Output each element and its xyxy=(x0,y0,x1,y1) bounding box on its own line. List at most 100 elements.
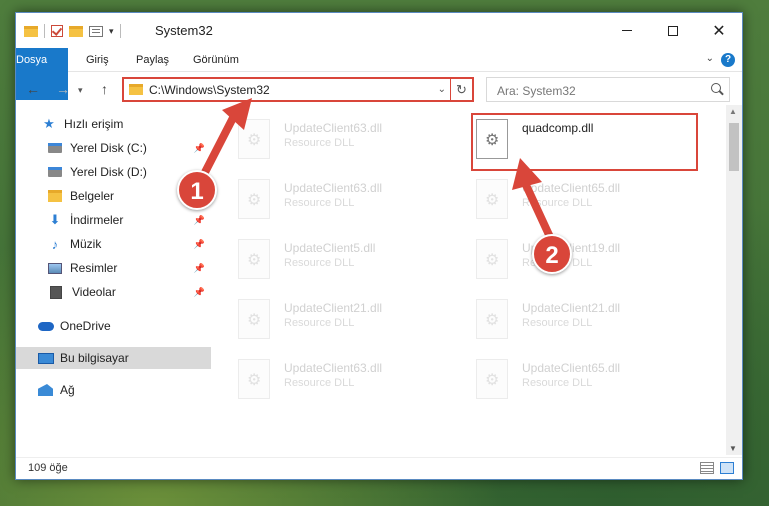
file-type: Resource DLL xyxy=(284,197,355,209)
divider xyxy=(119,24,121,38)
new-folder-icon[interactable] xyxy=(69,25,83,37)
sidebar-item-pictures[interactable]: Resimler 📌 xyxy=(16,257,211,279)
pin-icon[interactable]: 📌 xyxy=(194,143,205,154)
sidebar-item-label: Hızlı erişim xyxy=(64,117,124,131)
minimize-icon xyxy=(622,30,632,31)
file-type: Resource DLL xyxy=(284,257,355,269)
sidebar-item-label: Belgeler xyxy=(70,189,115,203)
file-item[interactable]: UpdateClient19.dllResource DLL xyxy=(476,235,696,287)
file-item[interactable]: UpdateClient65.dll Resource DLL xyxy=(476,175,696,227)
sidebar-item-label: Resimler xyxy=(70,261,118,275)
cloud-icon xyxy=(38,321,54,331)
up-arrow-icon[interactable]: ↑ xyxy=(101,81,108,97)
pin-icon[interactable]: 📌 xyxy=(194,239,205,250)
file-type: Resource DLL xyxy=(522,317,593,329)
file-type: Resource DLL xyxy=(284,377,355,389)
sidebar-item-music[interactable]: ♪ Müzik 📌 xyxy=(16,233,211,255)
navigation-pane: ★ Hızlı erişim Yerel Disk (C:) 📌 Yerel D… xyxy=(16,113,211,443)
tab-share[interactable]: Paylaş xyxy=(136,48,169,72)
sidebar-item-label: Bu bilgisayar xyxy=(60,351,129,365)
sidebar-item-videos[interactable]: Videolar 📌 xyxy=(16,281,211,303)
vertical-scrollbar[interactable]: ▲ ▼ xyxy=(726,105,742,455)
dll-file-icon xyxy=(238,179,270,219)
forward-arrow-icon[interactable]: → xyxy=(56,81,70,97)
divider xyxy=(44,24,45,38)
file-item[interactable]: UpdateClient63.dll Resource DLL xyxy=(238,175,458,227)
sidebar-item-downloads[interactable]: ⬇ İndirmeler 📌 xyxy=(16,209,211,231)
maximize-icon xyxy=(668,25,678,36)
ribbon-tabs: Dosya Giriş Paylaş Görünüm ⌄ ? xyxy=(16,48,742,100)
scrollbar-thumb[interactable] xyxy=(729,123,739,171)
dll-file-icon xyxy=(476,239,508,279)
dll-file-icon xyxy=(238,239,270,279)
computer-icon xyxy=(38,352,54,364)
file-name: UpdateClient63.dll xyxy=(284,361,383,375)
sidebar-item-label: Yerel Disk (D:) xyxy=(70,165,147,179)
address-dropdown-chevron-icon[interactable]: ⌄ xyxy=(438,84,446,95)
pin-icon[interactable]: 📌 xyxy=(194,215,205,226)
minimize-button[interactable] xyxy=(604,13,650,48)
help-icon[interactable]: ? xyxy=(721,53,735,67)
sidebar-item-label: Yerel Disk (C:) xyxy=(70,141,147,155)
file-type: Resource DLL xyxy=(522,197,593,209)
highlight-box xyxy=(471,113,698,171)
properties-check-icon[interactable] xyxy=(51,25,63,37)
file-name: UpdateClient21.dll xyxy=(522,301,621,315)
pictures-icon xyxy=(48,262,62,274)
sidebar-item-onedrive[interactable]: OneDrive xyxy=(16,315,211,337)
sidebar-item-label: OneDrive xyxy=(60,319,111,333)
folder-icon xyxy=(24,25,38,37)
sidebar-item-label: İndirmeler xyxy=(70,213,124,227)
file-item[interactable]: UpdateClient21.dll Resource DLL xyxy=(238,295,458,347)
maximize-button[interactable] xyxy=(650,13,696,48)
file-item[interactable]: UpdateClient63.dll Resource DLL xyxy=(238,355,458,407)
quick-access-toolbar: ▾ xyxy=(24,22,121,40)
sidebar-item-quick-access[interactable]: ★ Hızlı erişim xyxy=(16,113,211,135)
file-item[interactable]: UpdateClient5.dll Resource DLL xyxy=(238,235,458,287)
file-item[interactable]: UpdateClient63.dll Resource DLL xyxy=(238,115,458,167)
pin-icon[interactable]: 📌 xyxy=(194,263,205,274)
title-bar: ▾ System32 ✕ xyxy=(16,13,742,48)
search-placeholder: Ara: System32 xyxy=(497,84,576,98)
tab-view[interactable]: Görünüm xyxy=(193,48,239,72)
customize-toolbar-chevron-icon[interactable]: ▾ xyxy=(109,26,114,37)
file-type: Resource DLL xyxy=(284,137,355,149)
close-icon: ✕ xyxy=(712,22,726,40)
navigation-bar: ← → ▾ ↑ C:\Windows\System32 ⌄ ↻ Ara: Sys… xyxy=(16,73,742,105)
sidebar-item-local-disk-c[interactable]: Yerel Disk (C:) 📌 xyxy=(16,137,211,159)
file-item[interactable]: UpdateClient21.dll Resource DLL xyxy=(476,295,696,347)
back-arrow-icon[interactable]: ← xyxy=(26,81,40,97)
properties-icon[interactable] xyxy=(89,25,103,37)
expand-ribbon-chevron-icon[interactable]: ⌄ xyxy=(706,53,714,64)
dll-file-icon xyxy=(476,299,508,339)
search-input[interactable]: Ara: System32 xyxy=(486,77,730,102)
sidebar-item-this-pc[interactable]: Bu bilgisayar xyxy=(16,347,211,369)
file-type: Resource DLL xyxy=(522,377,593,389)
close-button[interactable]: ✕ xyxy=(696,13,742,48)
file-name: UpdateClient63.dll xyxy=(284,121,383,135)
dll-file-icon xyxy=(476,179,508,219)
dll-file-icon xyxy=(238,119,270,159)
address-bar[interactable]: C:\Windows\System32 ⌄ ↻ xyxy=(122,77,474,102)
pin-icon[interactable]: 📌 xyxy=(194,287,205,298)
file-name: UpdateClient21.dll xyxy=(284,301,383,315)
file-item[interactable]: UpdateClient65.dll Resource DLL xyxy=(476,355,696,407)
sidebar-item-network[interactable]: Ağ xyxy=(16,379,211,401)
step-marker-2: 2 xyxy=(532,234,572,274)
recent-locations-chevron-icon[interactable]: ▾ xyxy=(78,85,83,96)
details-view-icon[interactable] xyxy=(700,462,714,474)
refresh-icon[interactable]: ↻ xyxy=(450,79,472,100)
dll-file-icon xyxy=(476,359,508,399)
tab-home[interactable]: Giriş xyxy=(86,48,109,72)
scroll-up-icon[interactable]: ▲ xyxy=(729,107,737,116)
dll-file-icon xyxy=(238,299,270,339)
star-icon: ★ xyxy=(43,116,55,131)
scroll-down-icon[interactable]: ▼ xyxy=(729,444,737,453)
dll-file-icon xyxy=(238,359,270,399)
music-note-icon: ♪ xyxy=(51,236,59,252)
large-icons-view-icon[interactable] xyxy=(720,462,734,474)
network-icon xyxy=(38,384,53,396)
search-icon[interactable] xyxy=(711,83,721,93)
file-name: UpdateClient65.dll xyxy=(522,181,621,195)
address-path[interactable]: C:\Windows\System32 xyxy=(149,83,270,97)
